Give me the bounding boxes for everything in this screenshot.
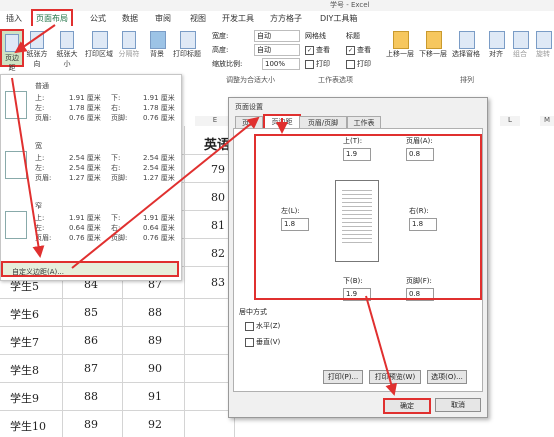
arrow-to-tab [71, 116, 260, 269]
arrow-to-custom [11, 77, 45, 258]
annotation-arrows [11, 24, 398, 396]
arrow-to-ok [365, 295, 398, 396]
arrow-to-margins [14, 24, 56, 54]
